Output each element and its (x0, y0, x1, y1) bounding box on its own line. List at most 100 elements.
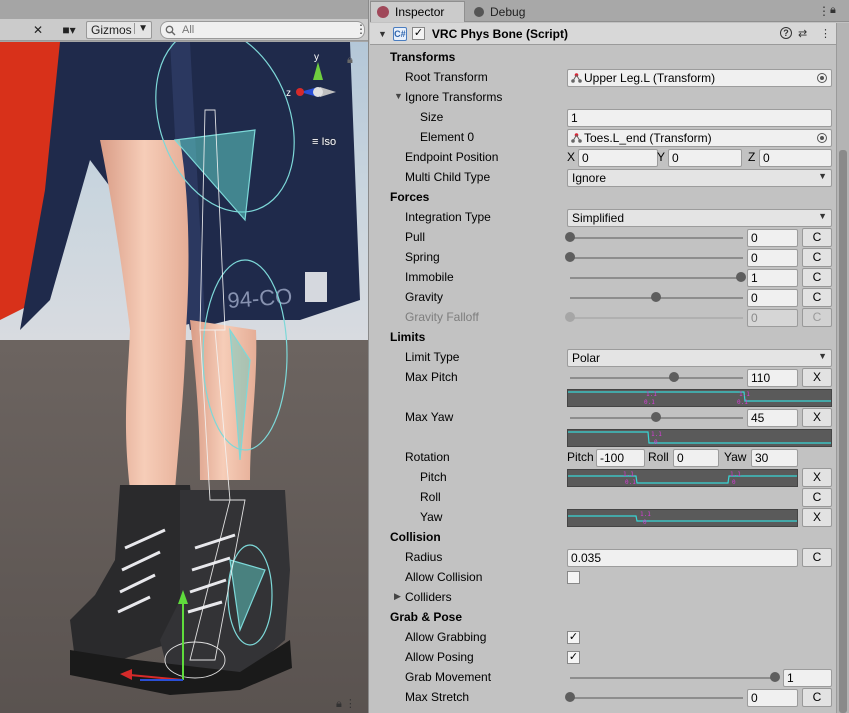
force-curve-button[interactable]: C (802, 248, 832, 267)
allow-collision-checkbox[interactable] (567, 571, 580, 584)
rotation-yaw-field[interactable]: 30 (751, 449, 798, 467)
rotation-pitch-field[interactable]: -100 (596, 449, 645, 467)
endpoint-z-field[interactable]: 0 (759, 149, 832, 167)
grab-movement-slider[interactable] (570, 677, 777, 679)
lock-icon[interactable]: 🔒︎ (347, 54, 353, 67)
tab-debug-label: Debug (490, 4, 526, 19)
allow-grabbing-checkbox[interactable]: ✓ (567, 631, 580, 644)
fold-arrow-icon[interactable]: ▼ (378, 29, 387, 39)
endpoint-y-field[interactable]: 0 (668, 149, 742, 167)
fold-arrow-icon[interactable]: ▶ (394, 591, 401, 602)
force-label: Pull (405, 230, 426, 244)
radius-field[interactable]: 0.035 (567, 549, 798, 567)
max-pitch-field[interactable]: 110 (747, 369, 798, 387)
force-slider (570, 317, 743, 319)
component-header[interactable]: ▼ C# ✓ VRC Phys Bone (Script) ? ⇄ ⋮ (370, 23, 836, 45)
max-yaw-slider-thumb[interactable] (650, 412, 661, 422)
kebab-icon[interactable]: ⋮ (820, 27, 831, 40)
colliders-row[interactable]: ▶ Colliders (370, 588, 836, 608)
gizmos-dropdown[interactable]: Gizmos ▼ (86, 21, 152, 39)
force-slider[interactable] (570, 277, 743, 279)
force-slider[interactable] (570, 237, 743, 239)
scene-bottom-icons[interactable]: 🔒︎ ⋮ (336, 697, 356, 711)
limit-type-row: Limit Type Polar ▼ (370, 348, 836, 368)
force-slider-thumb[interactable] (565, 252, 575, 262)
colliders-label[interactable]: Colliders (405, 590, 452, 604)
max-stretch-curve-button[interactable]: C (802, 688, 832, 707)
max-pitch-slider-thumb[interactable] (669, 372, 680, 382)
chevron-down-icon[interactable]: ▼ (134, 23, 148, 34)
tab-inspector[interactable]: Inspector (370, 1, 465, 22)
pitch-curve-button[interactable]: X (802, 468, 832, 487)
pitch-curve[interactable]: 1.1 0.1 1.1 0 (567, 469, 798, 487)
kebab-icon[interactable]: ⋮ (355, 22, 367, 36)
force-curve-button[interactable]: C (802, 228, 832, 247)
script-icon: C# (392, 26, 407, 41)
root-transform-field[interactable]: Upper Leg.L (Transform) (567, 69, 832, 87)
tools-icon[interactable]: ✕ (28, 21, 48, 39)
size-label: Size (420, 110, 444, 124)
force-curve-button[interactable]: C (802, 288, 832, 307)
iso-label[interactable]: ≡ Iso (312, 136, 336, 148)
endpoint-x-field[interactable]: 0 (578, 149, 658, 167)
force-curve-button[interactable]: C (802, 268, 832, 287)
grab-movement-slider-thumb[interactable] (770, 672, 780, 682)
rotation-roll-field[interactable]: 0 (673, 449, 719, 467)
component-title: VRC Phys Bone (Script) (431, 26, 568, 41)
max-stretch-slider-thumb[interactable] (565, 692, 575, 702)
grab-movement-field[interactable]: 1 (783, 669, 832, 687)
svg-text:1.1: 1.1 (623, 471, 634, 478)
scrollbar-thumb[interactable] (839, 150, 847, 713)
camera-icon[interactable]: ■▾ (54, 21, 84, 39)
max-yaw-curve-button[interactable]: X (802, 408, 832, 427)
presets-icon[interactable]: ⇄ (798, 27, 807, 40)
integration-dropdown[interactable]: Simplified ▼ (567, 209, 832, 227)
object-picker-icon[interactable] (817, 133, 827, 143)
lock-icon[interactable]: 🔒︎ (830, 4, 836, 17)
force-value-field[interactable]: 0 (747, 249, 798, 267)
force-row-pull: Pull 0 C (370, 228, 836, 248)
size-field[interactable]: 1 (567, 109, 832, 127)
radius-row: Radius 0.035 C (370, 548, 836, 568)
element0-field[interactable]: Toes.L_end (Transform) (567, 129, 832, 147)
object-picker-icon[interactable] (817, 73, 827, 83)
transform-icon (571, 73, 582, 83)
radius-curve-button[interactable]: C (802, 548, 832, 567)
force-slider-thumb[interactable] (736, 272, 746, 282)
yaw-curve-button[interactable]: X (802, 508, 832, 527)
max-pitch-curve[interactable]: 1.1 0.1 1.1 0.1 (567, 389, 832, 407)
rotation-label: Rotation (405, 450, 450, 464)
force-value-field[interactable]: 0 (747, 229, 798, 247)
multichild-dropdown[interactable]: Ignore ▼ (567, 169, 832, 187)
max-pitch-slider[interactable] (570, 377, 743, 379)
limit-type-dropdown[interactable]: Polar ▼ (567, 349, 832, 367)
max-stretch-field[interactable]: 0 (747, 689, 798, 707)
ignore-transforms-row[interactable]: ▼ Ignore Transforms (370, 88, 836, 108)
enabled-checkbox[interactable]: ✓ (411, 27, 425, 40)
svg-text:0.1: 0.1 (644, 399, 655, 406)
force-value-field[interactable]: 0 (747, 289, 798, 307)
section-title: Limits (390, 330, 426, 344)
max-pitch-row: Max Pitch 110 X (370, 368, 836, 388)
force-slider-thumb[interactable] (650, 292, 661, 302)
scene-search-input[interactable]: All (160, 21, 365, 39)
force-slider-thumb[interactable] (565, 232, 575, 242)
max-stretch-slider[interactable] (570, 697, 743, 699)
yaw-curve[interactable]: 1.1 0 (567, 509, 798, 527)
max-yaw-field[interactable]: 45 (747, 409, 798, 427)
limit-type-label: Limit Type (405, 350, 460, 364)
tab-debug[interactable]: Debug (468, 1, 548, 22)
roll-curve-button[interactable]: C (802, 488, 832, 507)
fold-arrow-icon[interactable]: ▼ (394, 91, 403, 101)
scene-view[interactable]: ✕ ■▾ Gizmos ▼ All ⋮ 94-CO y z ≡ Iso 🔒︎ 🔒… (0, 0, 369, 713)
force-value-field[interactable]: 1 (747, 269, 798, 287)
max-yaw-curve[interactable]: 1.1 0 (567, 429, 832, 447)
max-pitch-curve-button[interactable]: X (802, 368, 832, 387)
help-icon[interactable]: ? (780, 27, 792, 39)
force-curve-button: C (802, 308, 832, 327)
allow-posing-checkbox[interactable]: ✓ (567, 651, 580, 664)
kebab-icon[interactable]: ⋮ (818, 4, 830, 18)
element0-row: Element 0 Toes.L_end (Transform) (370, 128, 836, 148)
ignore-transforms-label[interactable]: Ignore Transforms (405, 90, 502, 104)
force-slider[interactable] (570, 257, 743, 259)
